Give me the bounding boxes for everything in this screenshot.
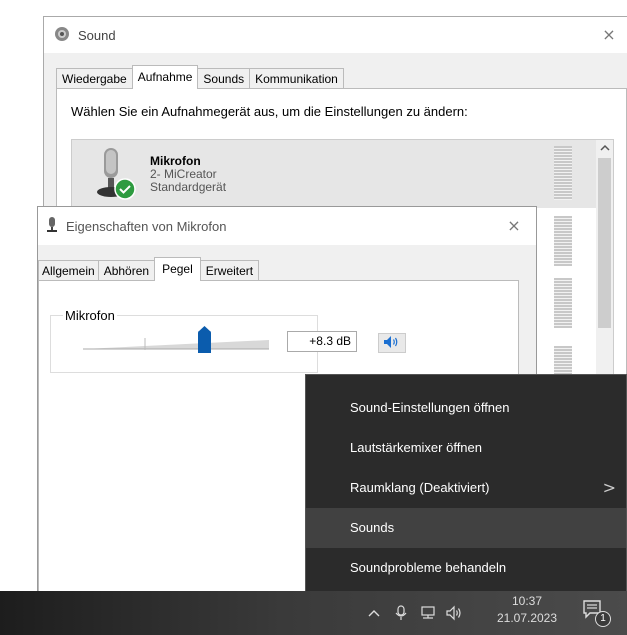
tab-sounds[interactable]: Sounds [197,68,251,89]
properties-titlebar[interactable]: Eigenschaften von Mikrofon × [38,207,536,245]
list-item[interactable]: Mikrofon 2- MiCreator Standardgerät [72,140,613,208]
default-check-icon [114,178,136,203]
volume-icon[interactable] [443,601,467,625]
menu-item-label: Soundprobleme behandeln [350,560,507,575]
tab-allgemein[interactable]: Allgemein [38,260,99,281]
sound-context-menu: Sound-Einstellungen öffnen Lautstärkemix… [305,374,627,599]
clock-date: 21.07.2023 [496,611,558,625]
clock-time: 10:37 [511,594,543,608]
tab-kommunikation[interactable]: Kommunikation [249,68,344,89]
scroll-up-button[interactable] [596,140,613,157]
speaker-icon [383,335,401,352]
level-meter [554,216,572,266]
taskbar: 10:37 21.07.2023 1 [0,591,627,635]
tab-pegel[interactable]: Pegel [154,257,201,281]
tab-wiedergabe[interactable]: Wiedergabe [56,68,133,89]
network-icon[interactable] [416,601,440,625]
menu-item-sound-settings[interactable]: Sound-Einstellungen öffnen [306,388,626,428]
menu-item-label: Lautstärkemixer öffnen [350,440,482,455]
group-label: Mikrofon [63,308,117,323]
menu-item-troubleshoot[interactable]: Soundprobleme behandeln [306,548,626,588]
speaker-app-icon [54,26,70,45]
window-title: Sound [78,27,116,43]
notification-center-button[interactable]: 1 [582,599,611,629]
device-list-scrollbar[interactable] [596,140,613,388]
system-tray [362,591,470,635]
device-model: 2- MiCreator [150,166,217,181]
scroll-thumb[interactable] [598,158,611,328]
microphone-icon [94,148,136,203]
menu-item-label: Sounds [350,520,395,535]
level-slider-track[interactable] [83,338,269,350]
menu-item-volume-mixer[interactable]: Lautstärkemixer öffnen [306,428,626,468]
mikrofon-level-group: Mikrofon +8.3 dB [50,308,406,373]
device-status: Standardgerät [150,179,227,194]
microphone-tray-icon[interactable] [389,601,413,625]
show-hidden-icons-button[interactable] [362,601,386,625]
tab-aufnahme[interactable]: Aufnahme [131,65,199,89]
level-value-field[interactable]: +8.3 dB [287,331,357,352]
microphone-small-icon [46,216,58,236]
menu-item-label: Sound-Einstellungen öffnen [350,400,510,415]
tab-erweitert[interactable]: Erweitert [199,260,260,281]
chevron-right-icon: > [602,478,616,497]
properties-title: Eigenschaften von Mikrofon [66,218,227,234]
mute-toggle-button[interactable] [378,333,406,353]
sound-titlebar[interactable]: Sound × [44,17,627,53]
close-button[interactable]: × [502,214,526,238]
close-button[interactable]: × [597,23,621,47]
properties-tabs: Allgemein Abhören Pegel Erweitert [38,257,260,281]
menu-item-label: Raumklang (Deaktiviert) [350,480,490,495]
instruction-text: Wählen Sie ein Aufnahmegerät aus, um die… [71,104,468,119]
level-meter [554,278,572,328]
level-meter [554,146,572,200]
device-name: Mikrofon [150,153,201,168]
menu-item-spatial-sound[interactable]: Raumklang (Deaktiviert) > [306,468,626,508]
level-slider-thumb[interactable] [198,326,212,353]
tab-abhoeren[interactable]: Abhören [97,260,156,281]
menu-item-sounds[interactable]: Sounds [306,508,626,548]
notification-count-badge: 1 [595,611,611,627]
sound-tabs: Wiedergabe Aufnahme Sounds Kommunikation [56,65,344,89]
taskbar-clock[interactable]: 10:37 21.07.2023 [488,593,566,627]
